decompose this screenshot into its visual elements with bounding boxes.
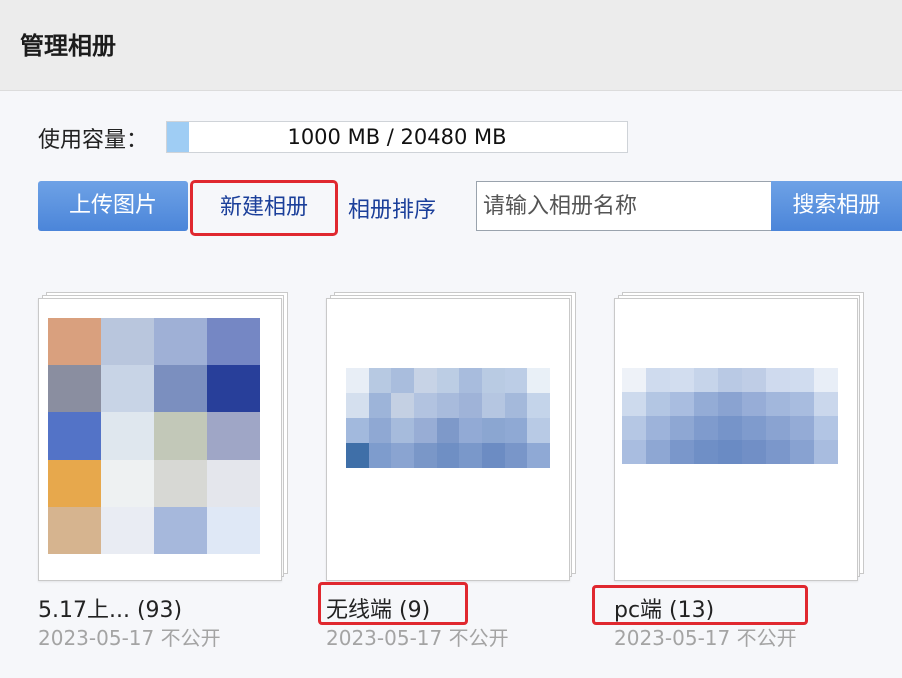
album-cover-stack[interactable] — [614, 292, 866, 582]
album-cover-image — [622, 368, 838, 464]
album-card[interactable]: 无线端 (9) 2023-05-17 不公开 — [326, 292, 578, 650]
album-date: 2023-05-17 不公开 — [326, 626, 509, 650]
capacity-label: 使用容量： — [38, 128, 149, 153]
highlight-box — [318, 582, 468, 625]
album-cover-stack[interactable] — [38, 292, 290, 582]
album-card[interactable]: pc端 (13) 2023-05-17 不公开 — [614, 292, 866, 650]
album-sort-link[interactable]: 相册排序 — [348, 192, 436, 224]
album-name[interactable]: 5.17上... (93) — [38, 592, 182, 624]
page-title: 管理相册 — [20, 32, 116, 60]
highlight-box — [592, 585, 808, 625]
upload-image-button[interactable]: 上传图片 — [38, 181, 188, 231]
album-search-input[interactable] — [476, 181, 772, 231]
album-card[interactable]: 5.17上... (93) 2023-05-17 不公开 — [38, 292, 290, 650]
album-date: 2023-05-17 不公开 — [614, 626, 797, 650]
page-header: 管理相册 — [0, 0, 902, 91]
album-cover-image — [346, 368, 550, 468]
album-cover-stack[interactable] — [326, 292, 578, 582]
new-album-button[interactable]: 新建相册 — [190, 180, 338, 236]
album-cover-image — [48, 318, 260, 554]
album-date: 2023-05-17 不公开 — [38, 626, 221, 650]
album-manager-page: 管理相册 使用容量： 1000 MB / 20480 MB 上传图片 新建相册 … — [0, 0, 902, 678]
capacity-bar: 1000 MB / 20480 MB — [166, 121, 628, 153]
search-album-button[interactable]: 搜索相册 — [771, 181, 902, 231]
capacity-text: 1000 MB / 20480 MB — [287, 125, 507, 149]
